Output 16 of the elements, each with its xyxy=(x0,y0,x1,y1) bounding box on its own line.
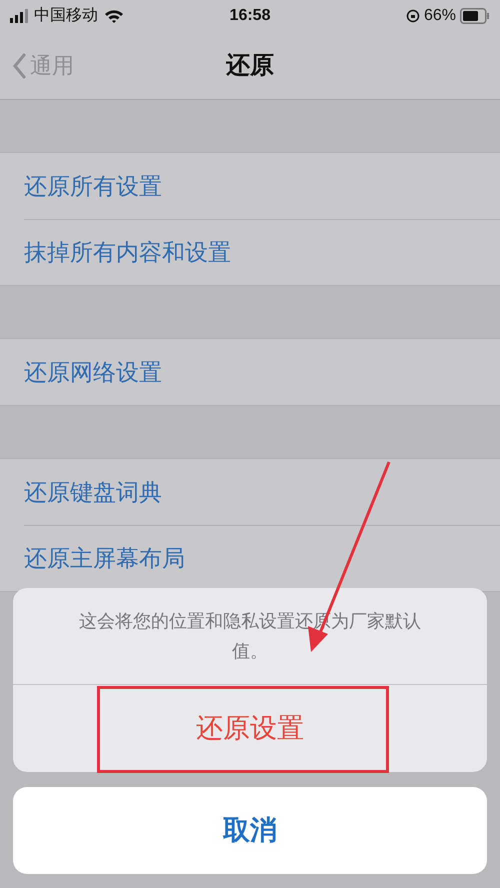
settings-item[interactable]: 还原主屏幕布局 xyxy=(24,541,185,576)
chevron-left-icon xyxy=(12,52,26,78)
settings-item[interactable]: 还原网络设置 xyxy=(24,354,162,390)
reset-settings-button[interactable]: 还原设置 xyxy=(13,685,487,772)
settings-item[interactable]: 还原所有设置 xyxy=(24,168,162,204)
battery-percentage: 66% xyxy=(424,6,456,26)
page-title: 还原 xyxy=(226,50,274,80)
rotation-lock-icon xyxy=(406,9,420,23)
signal-icon xyxy=(10,9,30,23)
clock-time: 16:58 xyxy=(230,6,270,26)
settings-item[interactable]: 抹掉所有内容和设置 xyxy=(24,235,231,270)
settings-item[interactable]: 还原键盘词典 xyxy=(24,474,162,510)
cancel-button[interactable]: 取消 xyxy=(13,787,487,874)
carrier-name: 中国移动 xyxy=(34,6,98,26)
wifi-icon xyxy=(104,9,124,23)
battery-icon xyxy=(460,8,490,24)
